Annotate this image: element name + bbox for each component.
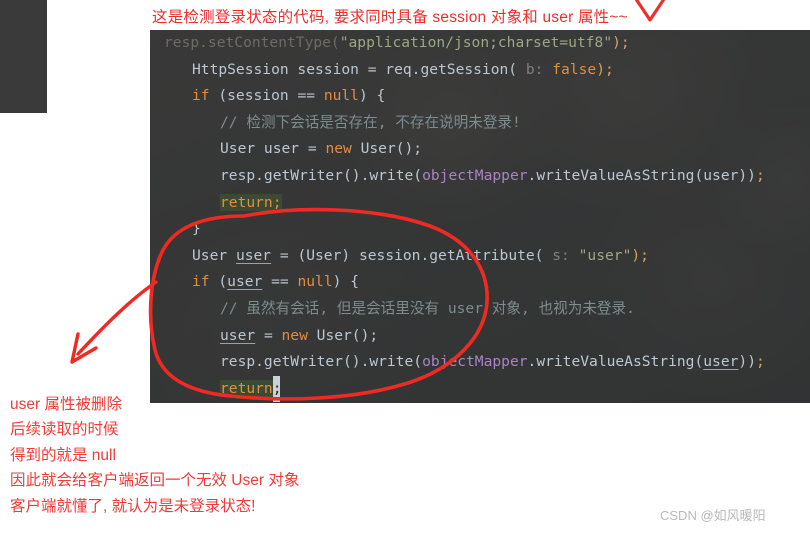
code-line[interactable]: resp.setContentType("application/json;ch… [150, 30, 810, 57]
code-line[interactable]: return; [150, 190, 810, 217]
bottom-notes-annotation: user 属性被删除 后续读取的时候 得到的就是 null 因此就会给客户端返回… [10, 392, 299, 519]
code-token: "application/json;charset=utf8" [339, 34, 613, 51]
code-token: = [255, 326, 282, 344]
code-line[interactable]: if (session == null) { [150, 83, 810, 110]
note-line: 客户端就懂了, 就认为是未登录状态! [10, 497, 256, 515]
code-token: new [281, 326, 308, 344]
code-token: ) { [332, 273, 359, 291]
code-token: User user = [220, 140, 326, 158]
code-token: user [235, 246, 272, 264]
code-line[interactable]: // 虽然有会话, 但是会话里没有 user 对象, 也视为未登录. [150, 296, 810, 323]
note-line: user 属性被删除 [10, 396, 122, 413]
code-token: if [192, 273, 210, 291]
code-token: ); [631, 246, 649, 264]
code-token: // 虽然有会话, 但是会话里没有 user 对象, 也视为未登录. [220, 299, 635, 317]
red-arrow-head [70, 332, 98, 364]
code-lines-container[interactable]: resp.setContentType("application/json;ch… [150, 30, 810, 403]
code-token: null [323, 87, 359, 105]
code-token: ); [612, 34, 630, 51]
code-line[interactable]: User user = (User) session.getAttribute(… [150, 243, 810, 270]
code-token: null [297, 273, 333, 291]
code-line[interactable]: // 检测下会话是否存在, 不存在说明未登录! [150, 110, 810, 137]
csdn-watermark: CSDN @如风暖阳 [660, 508, 766, 523]
code-token: } [192, 220, 201, 238]
code-token: resp.getWriter().write( [220, 166, 423, 184]
code-token: if [192, 87, 210, 105]
code-token: b: [525, 60, 544, 78]
code-line[interactable]: resp.getWriter().write(objectMapper.writ… [150, 349, 810, 376]
code-line[interactable]: if (user == null) { [150, 269, 810, 296]
code-token: ; [756, 353, 765, 371]
code-token: user [220, 326, 256, 344]
screenshot-root: 这是检测登录状态的代码, 要求同时具备 session 对象和 user 属性~… [0, 0, 810, 533]
code-token: User(); [351, 140, 423, 158]
code-token: user [703, 353, 739, 371]
code-token: false [552, 60, 597, 78]
code-token: ; [755, 166, 765, 184]
code-editor-panel[interactable]: resp.setContentType("application/json;ch… [150, 30, 810, 403]
code-token: == [262, 273, 298, 291]
code-token: resp.getWriter().write( [220, 353, 423, 371]
note-line: 得到的就是 null [10, 446, 116, 464]
note-line: 后续读取的时候 [10, 421, 119, 439]
code-token: )) [738, 353, 756, 371]
red-arrow-marker [76, 280, 158, 356]
code-token: "user" [578, 246, 632, 264]
code-line[interactable]: } [150, 216, 810, 243]
code-token: .writeValueAsString(user)) [527, 166, 756, 184]
code-token: objectMapper [422, 353, 528, 371]
code-token: s: [552, 246, 570, 264]
code-token: User(); [307, 326, 379, 344]
code-line[interactable]: resp.getWriter().write(objectMapper.writ… [150, 163, 810, 190]
code-token: User [192, 246, 236, 264]
code-line[interactable]: User user = new User(); [150, 136, 810, 163]
code-token: return; [220, 193, 282, 211]
corner-dark-block [0, 0, 47, 113]
code-token: // 检测下会话是否存在, 不存在说明未登录! [220, 113, 521, 131]
code-token: ) { [358, 87, 386, 105]
code-token: (session == [209, 87, 324, 105]
code-token: ); [596, 60, 614, 78]
code-line[interactable]: HttpSession session = req.getSession( b:… [150, 57, 810, 84]
code-token: resp.setContentType( [164, 34, 340, 51]
code-token: new [325, 140, 352, 158]
code-token: = (User) session.getAttribute( [271, 246, 553, 264]
note-line: 因此就会给客户端返回一个无效 User 对象 [10, 472, 300, 490]
code-token: user [227, 273, 263, 291]
code-line[interactable]: user = new User(); [150, 323, 810, 350]
code-token: .writeValueAsString( [527, 353, 704, 371]
code-token: objectMapper [422, 166, 528, 184]
headline-annotation: 这是检测登录状态的代码, 要求同时具备 session 对象和 user 属性~… [152, 9, 628, 26]
code-token: ( [209, 273, 228, 291]
code-token: HttpSession session = req.getSession( [192, 60, 526, 78]
red-chevron-marker [634, 0, 666, 22]
